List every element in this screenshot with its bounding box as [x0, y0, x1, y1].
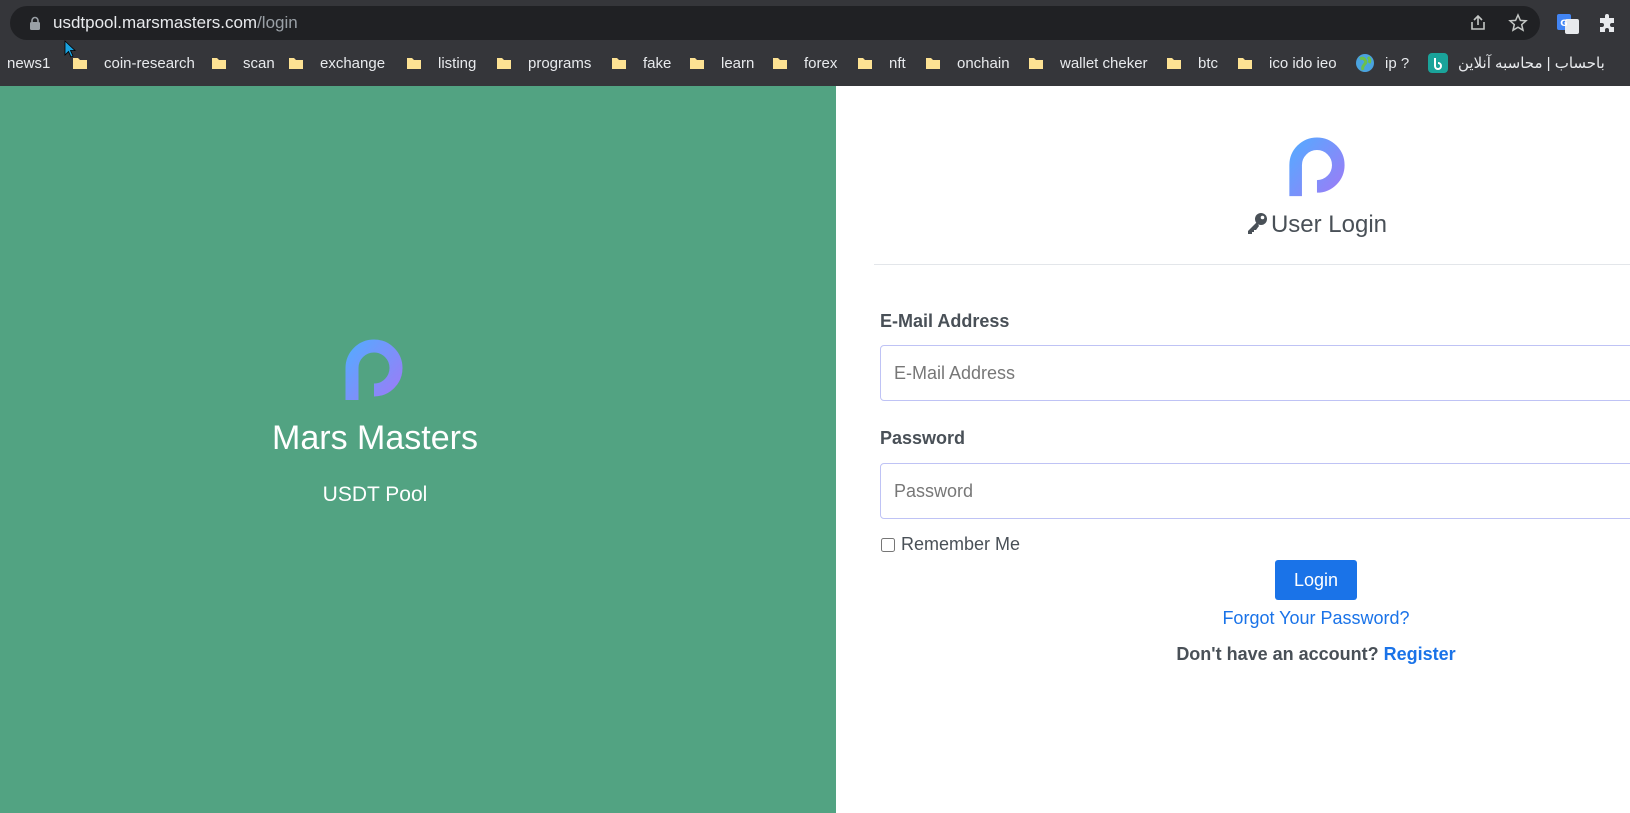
login-panel: User Login E-Mail Address Password Remem…: [836, 86, 1630, 813]
bookmark-folder-wallet-cheker[interactable]: wallet cheker: [1028, 47, 1148, 79]
email-label: E-Mail Address: [880, 311, 1010, 331]
bookmark-bahesab[interactable]: باحساب | محاسبه آنلاین: [1428, 47, 1605, 79]
password-label: Password: [880, 428, 966, 448]
bookmark-folder-fake[interactable]: fake: [611, 47, 671, 79]
brand-tagline: USDT Pool: [322, 483, 428, 506]
folder-icon: [926, 58, 940, 69]
bookmark-label: nft: [889, 54, 906, 72]
bookmark-label: باحساب | محاسبه آنلاین: [1458, 55, 1605, 72]
lock-icon: [30, 16, 40, 30]
translate-icon[interactable]: G: [1556, 12, 1580, 36]
bookmark-label: programs: [528, 54, 592, 72]
bookmark-label: coin-research: [104, 54, 195, 72]
folder-icon: [858, 58, 872, 69]
bookmark-label: ico ido ieo: [1269, 54, 1337, 72]
address-bar[interactable]: usdtpool.marsmasters.com/login: [10, 6, 1540, 40]
extensions-icon[interactable]: [1596, 12, 1620, 36]
bookmark-label: exchange: [320, 54, 386, 72]
browser-chrome: usdtpool.marsmasters.com/login G news1 c…: [0, 0, 1630, 86]
bookmark-folder-coin-research[interactable]: coin-research: [72, 47, 195, 79]
bookmark-folder-programs[interactable]: programs: [496, 47, 591, 79]
bookmark-label: btc: [1198, 54, 1219, 72]
folder-icon: [1238, 58, 1252, 69]
bookmark-label: fake: [643, 54, 672, 72]
folder-icon: [497, 58, 511, 69]
key-icon: [1247, 213, 1267, 234]
remember-me-checkbox[interactable]: [881, 537, 895, 552]
bookmark-ip[interactable]: ip ?: [1355, 47, 1409, 79]
mars-masters-logo-icon: [345, 339, 403, 400]
no-account-text: Don't have an account?: [1176, 644, 1379, 664]
email-input[interactable]: [880, 345, 1630, 401]
login-title: User Login: [836, 210, 1630, 240]
bookmark-folder-scan[interactable]: scan: [211, 47, 275, 79]
password-input[interactable]: [880, 463, 1630, 519]
bookmark-label: news1: [7, 54, 51, 72]
bookmark-folder-forex[interactable]: forex: [772, 47, 837, 79]
folder-icon: [773, 58, 787, 69]
bookmark-label: ip ?: [1385, 54, 1410, 72]
svg-text:G: G: [1560, 19, 1567, 29]
brand-panel: Mars Masters USDT Pool: [0, 86, 836, 813]
star-icon[interactable]: [1508, 13, 1528, 33]
bookmark-label: learn: [721, 54, 755, 72]
folder-icon: [612, 58, 626, 69]
bookmark-folder-onchain[interactable]: onchain: [925, 47, 1010, 79]
bookmarks-bar: news1 coin-research scan exchange listin…: [0, 47, 1630, 79]
bookmark-label: onchain: [957, 54, 1010, 72]
folder-icon: [1029, 58, 1043, 69]
forgot-password-link[interactable]: Forgot Your Password?: [836, 608, 1630, 629]
bookmark-label: scan: [243, 54, 275, 72]
address-url[interactable]: usdtpool.marsmasters.com/login: [53, 12, 298, 34]
register-prompt: Don't have an account? Register: [836, 644, 1630, 665]
bookmark-folder-btc[interactable]: btc: [1166, 47, 1218, 79]
mouse-cursor-icon: [64, 40, 77, 58]
url-path: /login: [257, 13, 298, 32]
bookmark-news1[interactable]: news1: [7, 47, 50, 79]
bahesab-badge-icon: [1428, 53, 1448, 73]
folder-icon: [690, 58, 704, 69]
bookmark-label: forex: [804, 54, 838, 72]
bookmark-folder-nft[interactable]: nft: [857, 47, 906, 79]
bookmark-label: wallet cheker: [1060, 54, 1148, 72]
mars-masters-logo-icon: [1289, 137, 1345, 197]
folder-icon: [1167, 58, 1181, 69]
bookmark-folder-learn[interactable]: learn: [689, 47, 754, 79]
login-title-text: User Login: [1270, 211, 1388, 238]
globe-icon: [1356, 54, 1374, 72]
remember-me-label[interactable]: Remember Me: [901, 534, 1020, 555]
remember-me-row: Remember Me: [880, 534, 1020, 555]
folder-icon: [407, 58, 421, 69]
header-divider: [874, 264, 1630, 265]
bookmark-folder-exchange[interactable]: exchange: [288, 47, 385, 79]
share-icon[interactable]: [1468, 13, 1488, 33]
register-link[interactable]: Register: [1384, 644, 1456, 664]
url-host: usdtpool.marsmasters.com: [53, 13, 258, 32]
folder-icon: [289, 58, 303, 69]
bookmark-label: listing: [438, 54, 477, 72]
folder-icon: [212, 58, 226, 69]
bookmark-folder-listing[interactable]: listing: [406, 47, 476, 79]
login-button[interactable]: Login: [1275, 560, 1357, 600]
bookmark-folder-ico-ido-ieo[interactable]: ico ido ieo: [1237, 47, 1337, 79]
brand-name: Mars Masters: [272, 419, 478, 457]
